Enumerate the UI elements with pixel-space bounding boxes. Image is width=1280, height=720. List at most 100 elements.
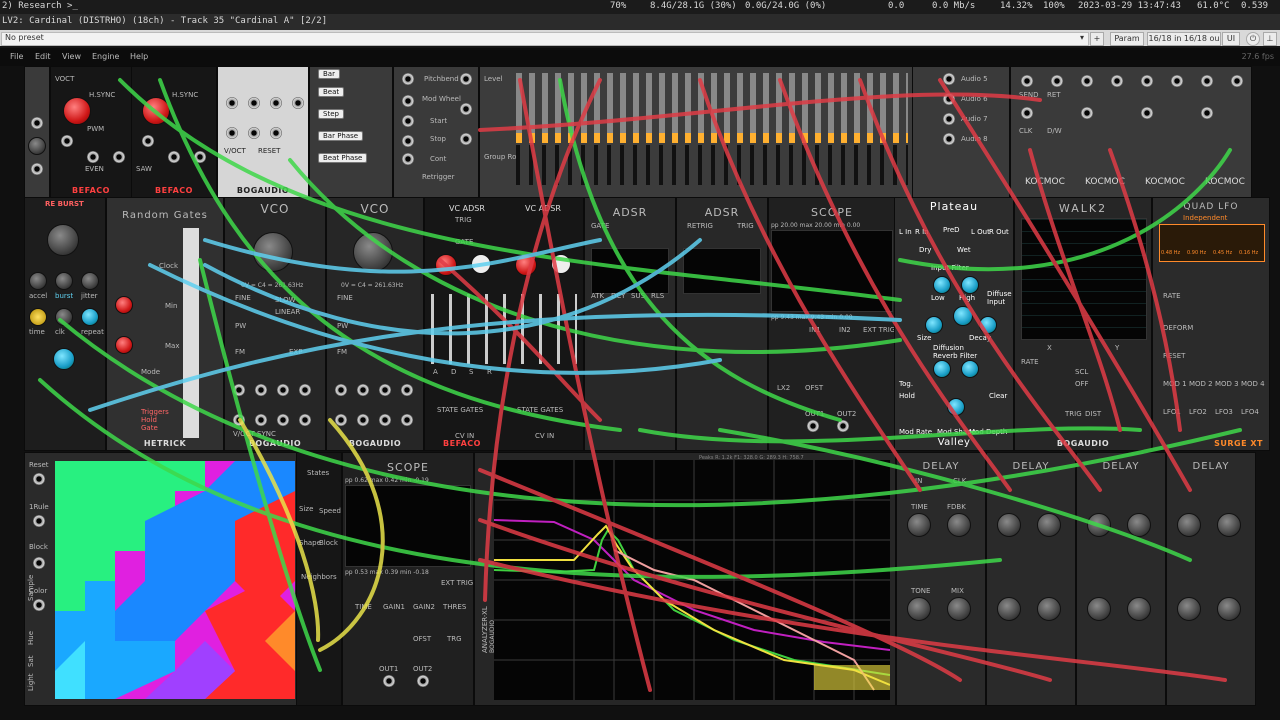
jack[interactable] — [292, 97, 304, 109]
tone-knob[interactable] — [1087, 597, 1111, 621]
jack[interactable] — [1081, 107, 1093, 119]
jack[interactable] — [277, 414, 289, 426]
time-knob[interactable] — [1087, 513, 1111, 537]
jack[interactable] — [460, 103, 472, 115]
kocmoc-modules[interactable]: SEND RET CLK D/W KOCMOC KOCMOC KOCMOC KO… — [1010, 66, 1252, 198]
beat-button[interactable]: Beat — [318, 87, 345, 97]
even-vco-module-1[interactable]: H.SYNC VOCT PWM EVEN BEFACO — [50, 66, 132, 198]
jack[interactable] — [1021, 107, 1033, 119]
vco-module-1[interactable]: VCO 0V = C4 = 261.63Hz FINE PW FM SLOW L… — [224, 197, 326, 451]
jack[interactable] — [335, 384, 347, 396]
jack[interactable] — [33, 557, 45, 569]
delay-module-4[interactable]: DELAY — [1166, 452, 1256, 706]
feedback-knob[interactable] — [947, 513, 971, 537]
menu-view[interactable]: View — [62, 52, 81, 61]
jack[interactable] — [33, 515, 45, 527]
menu-help[interactable]: Help — [130, 52, 148, 61]
adsr-module-1[interactable]: ADSR GATE ATK DCY SUS RLS — [584, 197, 676, 451]
feedback-knob[interactable] — [1037, 513, 1061, 537]
jack[interactable] — [943, 93, 955, 105]
delay-module-1[interactable]: DELAY IN CLK TIME FDBK TONE MIX — [896, 452, 986, 706]
ui-button[interactable]: UI — [1222, 32, 1240, 46]
power-icon[interactable]: ⏻ — [1246, 32, 1260, 46]
low-knob[interactable] — [933, 276, 951, 294]
workspace-label[interactable]: 2) Research >_ — [2, 1, 78, 11]
clock-knob[interactable] — [55, 308, 73, 326]
delay-module-2[interactable]: DELAY — [986, 452, 1076, 706]
feedback-knob[interactable] — [1127, 513, 1151, 537]
gate-outputs-strip[interactable] — [183, 228, 199, 438]
jack[interactable] — [194, 151, 206, 163]
time-knob[interactable] — [997, 513, 1021, 537]
jack[interactable] — [277, 384, 289, 396]
knob[interactable] — [551, 254, 571, 274]
quad-lfo-module[interactable]: QUAD LFO Independent 0.48 Hz 0.90 Hz 0.4… — [1152, 197, 1270, 451]
tone-knob[interactable] — [1177, 597, 1201, 621]
even-vco-module-2[interactable]: H.SYNC SAW BEFACO — [131, 66, 217, 198]
knob[interactable] — [435, 254, 457, 276]
adsr-sliders[interactable] — [431, 294, 577, 364]
automaton-controls[interactable]: States Size Shape Block Neighbors Speed — [296, 452, 342, 706]
jack[interactable] — [1171, 75, 1183, 87]
jack[interactable] — [248, 97, 260, 109]
time-knob[interactable] — [29, 308, 47, 326]
jack[interactable] — [1201, 75, 1213, 87]
reburst-module[interactable]: RE BURST accel burst jitter time clk rep… — [24, 197, 106, 451]
jack[interactable] — [233, 384, 245, 396]
repeat-knob[interactable] — [81, 308, 99, 326]
jack[interactable] — [142, 135, 154, 147]
jack[interactable] — [460, 133, 472, 145]
jack[interactable] — [943, 113, 955, 125]
menu-edit[interactable]: Edit — [35, 52, 51, 61]
bar-button[interactable]: Bar — [318, 69, 340, 79]
jack[interactable] — [1081, 75, 1093, 87]
mixer-module[interactable]: Level Group Route — [479, 66, 913, 198]
jack[interactable] — [255, 414, 267, 426]
jack[interactable] — [401, 384, 413, 396]
knob[interactable] — [28, 137, 46, 155]
mix-knob[interactable] — [1127, 597, 1151, 621]
jack[interactable] — [383, 675, 395, 687]
jitter-knob[interactable] — [81, 272, 99, 290]
jack[interactable] — [460, 73, 472, 85]
jack[interactable] — [87, 151, 99, 163]
burst-amount-knob[interactable] — [55, 272, 73, 290]
jack[interactable] — [943, 133, 955, 145]
mix-knob[interactable] — [947, 597, 971, 621]
high-knob[interactable] — [961, 276, 979, 294]
reverb-low-knob[interactable] — [933, 360, 951, 378]
adsr-module-2[interactable]: ADSR RETRIG TRIG — [676, 197, 768, 451]
jack[interactable] — [1111, 75, 1123, 87]
jack[interactable] — [379, 414, 391, 426]
decay-knob[interactable] — [979, 316, 997, 334]
scope-module-1[interactable]: SCOPE pp 20.00 max 20.00 min 0.00 pp 9.4… — [768, 197, 896, 451]
mix-knob[interactable] — [1037, 597, 1061, 621]
jack[interactable] — [401, 414, 413, 426]
min-knob[interactable] — [115, 296, 133, 314]
bar-phase-button[interactable]: Bar Phase — [318, 131, 364, 141]
io-routing-button[interactable]: 16/18 in 16/18 ou — [1147, 32, 1221, 46]
accel-knob[interactable] — [29, 272, 47, 290]
knob[interactable] — [515, 254, 537, 276]
max-knob[interactable] — [115, 336, 133, 354]
time-knob[interactable] — [1177, 513, 1201, 537]
jack[interactable] — [270, 97, 282, 109]
tone-knob[interactable] — [997, 597, 1021, 621]
frequency-knob[interactable] — [253, 232, 293, 272]
jack[interactable] — [31, 117, 43, 129]
jack[interactable] — [1141, 107, 1153, 119]
jack[interactable] — [807, 420, 819, 432]
menu-file[interactable]: File — [10, 52, 23, 61]
jack[interactable] — [402, 115, 414, 127]
jack[interactable] — [299, 384, 311, 396]
jack[interactable] — [837, 420, 849, 432]
jack[interactable] — [113, 151, 125, 163]
mod-shape-knob[interactable] — [947, 398, 965, 416]
midi-transport-module[interactable]: Pitchbend Mod Wheel Start Stop Cont Retr… — [393, 66, 479, 198]
jack[interactable] — [379, 384, 391, 396]
faders[interactable] — [516, 145, 908, 185]
scope-module-2[interactable]: SCOPE pp 0.62 max 0.42 min -0.19 pp 0.53… — [342, 452, 474, 706]
jack[interactable] — [168, 151, 180, 163]
jack[interactable] — [1231, 75, 1243, 87]
vco-module-2[interactable]: VCO 0V = C4 = 261.63Hz FINE PW FM BOGAUD… — [326, 197, 424, 451]
